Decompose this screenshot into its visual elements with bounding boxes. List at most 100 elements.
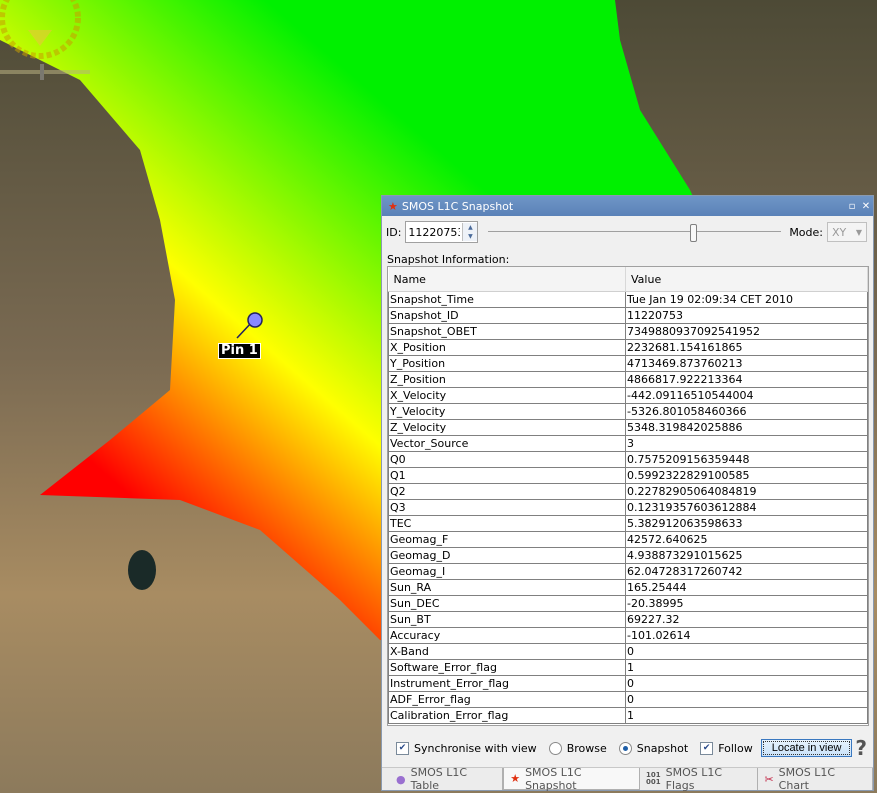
cell-name[interactable]: X_Velocity bbox=[388, 387, 626, 404]
sync-checkbox[interactable]: ✔ Synchronise with view bbox=[396, 741, 537, 755]
table-row[interactable]: ADF_Error_flag 0 bbox=[388, 691, 868, 708]
browse-radio[interactable]: Browse bbox=[548, 741, 607, 755]
table-row[interactable]: X_Velocity -442.09116510544004 bbox=[388, 387, 868, 404]
cell-name[interactable]: X-Band bbox=[388, 643, 626, 660]
cell-name[interactable]: X_Position bbox=[388, 339, 626, 356]
table-row[interactable]: TEC 5.382912063598633 bbox=[388, 515, 868, 532]
table-row[interactable]: Q0 0.7575209156359448 bbox=[388, 451, 868, 468]
cell-value[interactable]: -5326.801058460366 bbox=[625, 403, 868, 420]
table-row[interactable]: Y_Position 4713469.873760213 bbox=[388, 355, 868, 372]
cell-value[interactable]: -20.38995 bbox=[625, 595, 868, 612]
snapshot-radio[interactable]: Snapshot bbox=[618, 741, 688, 755]
cell-value[interactable]: 3 bbox=[625, 435, 868, 452]
cell-name[interactable]: Calibration_Error_flag bbox=[388, 707, 626, 724]
table-row[interactable]: Vector_Source 3 bbox=[388, 435, 868, 452]
table-row[interactable]: Sun_BT 69227.32 bbox=[388, 611, 868, 628]
cell-name[interactable]: Z_Velocity bbox=[388, 419, 626, 436]
table-row[interactable]: Calibration_Error_flag 1 bbox=[388, 707, 868, 724]
cell-name[interactable]: Sun_RA bbox=[388, 579, 626, 596]
table-row[interactable]: X-Band 0 bbox=[388, 643, 868, 660]
cell-name[interactable]: Snapshot_Time bbox=[388, 291, 626, 308]
cell-name[interactable]: Y_Position bbox=[388, 355, 626, 372]
cell-value[interactable]: 4713469.873760213 bbox=[625, 355, 868, 372]
table-row[interactable]: Q3 0.12319357603612884 bbox=[388, 499, 868, 516]
cell-name[interactable]: Q3 bbox=[388, 499, 626, 516]
cell-value[interactable]: Tue Jan 19 02:09:34 CET 2010 bbox=[625, 291, 868, 308]
cell-value[interactable]: -442.09116510544004 bbox=[625, 387, 868, 404]
table-row[interactable]: Snapshot_ID 11220753 bbox=[388, 307, 868, 324]
follow-checkbox[interactable]: ✔ Follow bbox=[700, 741, 753, 755]
locate-in-view-button[interactable]: Locate in view bbox=[760, 739, 853, 757]
cell-value[interactable]: 1 bbox=[625, 707, 868, 724]
mode-select[interactable]: XY ▼ bbox=[827, 222, 867, 242]
cell-name[interactable]: Instrument_Error_flag bbox=[388, 675, 626, 692]
cell-value[interactable]: 69227.32 bbox=[625, 611, 868, 628]
tab-smos-l1c-chart[interactable]: ✂ SMOS L1C Chart bbox=[758, 766, 873, 792]
table-row[interactable]: Snapshot_Time Tue Jan 19 02:09:34 CET 201… bbox=[388, 291, 868, 308]
table-row[interactable]: X_Position 2232681.154161865 bbox=[388, 339, 868, 356]
table-row[interactable]: Software_Error_flag 1 bbox=[388, 659, 868, 676]
table-row[interactable]: Snapshot_OBET 7349880937092541952 bbox=[388, 323, 868, 340]
cell-name[interactable]: Snapshot_ID bbox=[388, 307, 626, 324]
cell-name[interactable]: Geomag_F bbox=[388, 531, 626, 548]
spin-down-icon[interactable]: ▼ bbox=[463, 232, 478, 241]
cell-name[interactable]: Q2 bbox=[388, 483, 626, 500]
table-row[interactable]: Geomag_F 42572.640625 bbox=[388, 531, 868, 548]
cell-value[interactable]: 165.25444 bbox=[625, 579, 868, 596]
table-row[interactable]: Z_Position 4866817.922213364 bbox=[388, 371, 868, 388]
cell-value[interactable]: 0.22782905064084819 bbox=[625, 483, 868, 500]
cell-name[interactable]: Z_Position bbox=[388, 371, 626, 388]
slider-thumb[interactable] bbox=[690, 224, 698, 242]
column-header-value[interactable]: Value bbox=[625, 267, 868, 292]
id-spinner[interactable]: ▲ ▼ bbox=[405, 221, 479, 243]
table-row[interactable]: Y_Velocity -5326.801058460366 bbox=[388, 403, 868, 420]
column-header-name[interactable]: Name bbox=[388, 267, 626, 292]
cell-value[interactable]: 4.938873291015625 bbox=[625, 547, 868, 564]
cell-value[interactable]: 62.04728317260742 bbox=[625, 563, 868, 580]
maximize-icon[interactable]: ▫ bbox=[845, 201, 859, 212]
cell-value[interactable]: 7349880937092541952 bbox=[625, 323, 868, 340]
table-row[interactable]: Sun_DEC -20.38995 bbox=[388, 595, 868, 612]
panel-titlebar[interactable]: ★ SMOS L1C Snapshot ▫ ✕ bbox=[382, 196, 873, 216]
cell-name[interactable]: TEC bbox=[388, 515, 626, 532]
cell-name[interactable]: Software_Error_flag bbox=[388, 659, 626, 676]
table-row[interactable]: Accuracy -101.02614 bbox=[388, 627, 868, 644]
table-row[interactable]: Q1 0.5992322829100585 bbox=[388, 467, 868, 484]
cell-name[interactable]: Snapshot_OBET bbox=[388, 323, 626, 340]
cell-value[interactable]: 0.12319357603612884 bbox=[625, 499, 868, 516]
cell-name[interactable]: ADF_Error_flag bbox=[388, 691, 626, 708]
cell-name[interactable]: Sun_DEC bbox=[388, 595, 626, 612]
tab-smos-l1c-flags[interactable]: 101 001 SMOS L1C Flags bbox=[640, 766, 759, 792]
tab-smos-l1c-table[interactable]: ● SMOS L1C Table bbox=[390, 766, 504, 792]
tab-smos-l1c-snapshot[interactable]: ★ SMOS L1C Snapshot bbox=[503, 766, 640, 792]
cell-value[interactable]: 2232681.154161865 bbox=[625, 339, 868, 356]
cell-value[interactable]: -101.02614 bbox=[625, 627, 868, 644]
cell-name[interactable]: Vector_Source bbox=[388, 435, 626, 452]
cell-name[interactable]: Y_Velocity bbox=[388, 403, 626, 420]
table-row[interactable]: Sun_RA 165.25444 bbox=[388, 579, 868, 596]
table-row[interactable]: Z_Velocity 5348.319842025886 bbox=[388, 419, 868, 436]
table-row[interactable]: Q2 0.22782905064084819 bbox=[388, 483, 868, 500]
cell-value[interactable]: 0.5992322829100585 bbox=[625, 467, 868, 484]
cell-value[interactable]: 42572.640625 bbox=[625, 531, 868, 548]
cell-value[interactable]: 5.382912063598633 bbox=[625, 515, 868, 532]
cell-value[interactable]: 0 bbox=[625, 643, 868, 660]
table-row[interactable]: Instrument_Error_flag 0 bbox=[388, 675, 868, 692]
table-row[interactable]: Geomag_I 62.04728317260742 bbox=[388, 563, 868, 580]
snapshot-slider[interactable] bbox=[488, 222, 782, 242]
cell-name[interactable]: Accuracy bbox=[388, 627, 626, 644]
cell-name[interactable]: Sun_BT bbox=[388, 611, 626, 628]
help-icon[interactable]: ? bbox=[855, 736, 867, 760]
cell-name[interactable]: Q0 bbox=[388, 451, 626, 468]
cell-name[interactable]: Geomag_D bbox=[388, 547, 626, 564]
cell-name[interactable]: Geomag_I bbox=[388, 563, 626, 580]
cell-value[interactable]: 0.7575209156359448 bbox=[625, 451, 868, 468]
cell-name[interactable]: Q1 bbox=[388, 467, 626, 484]
cell-value[interactable]: 1 bbox=[625, 659, 868, 676]
close-icon[interactable]: ✕ bbox=[859, 201, 873, 212]
cell-value[interactable]: 0 bbox=[625, 691, 868, 708]
id-input[interactable] bbox=[406, 225, 463, 239]
cell-value[interactable]: 5348.319842025886 bbox=[625, 419, 868, 436]
table-row[interactable]: Geomag_D 4.938873291015625 bbox=[388, 547, 868, 564]
cell-value[interactable]: 4866817.922213364 bbox=[625, 371, 868, 388]
